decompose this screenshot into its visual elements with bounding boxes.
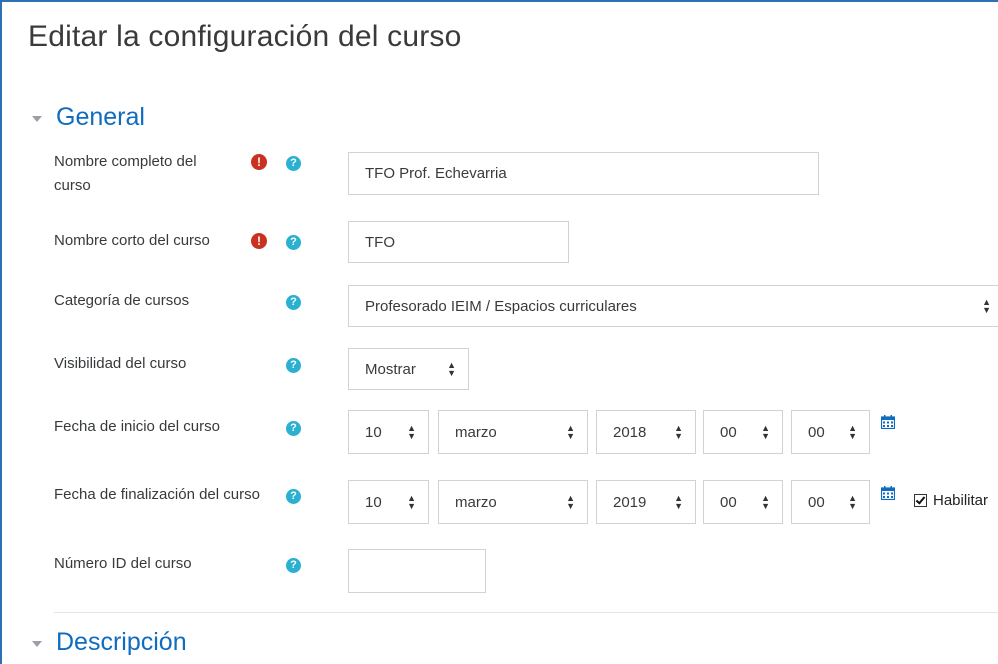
help-icon[interactable]: ? xyxy=(286,358,301,373)
calendar-icon[interactable] xyxy=(881,415,895,429)
caret-down-icon xyxy=(32,116,42,122)
shortname-label: Nombre corto del curso xyxy=(54,232,210,249)
startdate-minute-value: 00 xyxy=(808,423,825,441)
enddate-minute-select[interactable]: 00 ▲ ▼ xyxy=(791,480,870,524)
startdate-minute-select[interactable]: 00 ▲ ▼ xyxy=(791,410,870,454)
required-icon: ! xyxy=(251,154,267,170)
enddate-enable-label: Habilitar xyxy=(933,492,989,509)
select-arrow-icon: ▲ ▼ xyxy=(848,493,857,511)
enddate-label: Fecha de finalización del curso xyxy=(54,486,260,503)
enddate-hour-select[interactable]: 00 ▲ ▼ xyxy=(703,480,783,524)
enddate-year-select[interactable]: 2019 ▲ ▼ xyxy=(596,480,696,524)
section-general-title: General xyxy=(56,103,145,131)
startdate-hour-value: 00 xyxy=(720,423,737,441)
select-arrow-icon: ▲ ▼ xyxy=(982,297,991,315)
startdate-year-value: 2018 xyxy=(613,423,647,441)
fullname-input[interactable]: TFO Prof. Echevarria xyxy=(348,152,819,195)
startdate-month-value: marzo xyxy=(455,423,497,441)
enddate-year-value: 2019 xyxy=(613,493,647,511)
startdate-day-value: 10 xyxy=(365,423,382,441)
select-arrow-icon: ▲ ▼ xyxy=(761,493,770,511)
startdate-label: Fecha de inicio del curso xyxy=(54,418,220,435)
section-general-toggle[interactable]: General xyxy=(32,103,145,132)
enddate-hour-value: 00 xyxy=(720,493,737,511)
select-arrow-icon: ▲ ▼ xyxy=(566,423,575,441)
visibility-select-value: Mostrar xyxy=(365,360,416,378)
enddate-month-select[interactable]: marzo ▲ ▼ xyxy=(438,480,588,524)
shortname-input[interactable]: TFO xyxy=(348,221,569,263)
checkbox-checked-icon[interactable] xyxy=(914,494,927,507)
category-label: Categoría de cursos xyxy=(54,292,190,309)
help-icon[interactable]: ? xyxy=(286,489,301,504)
startdate-year-select[interactable]: 2018 ▲ ▼ xyxy=(596,410,696,454)
enddate-enable-checkbox[interactable]: Habilitar xyxy=(914,492,988,509)
visibility-select[interactable]: Mostrar ▲ ▼ xyxy=(348,348,469,390)
help-icon[interactable]: ? xyxy=(286,421,301,436)
help-icon[interactable]: ? xyxy=(286,295,301,310)
startdate-hour-select[interactable]: 00 ▲ ▼ xyxy=(703,410,783,454)
select-arrow-icon: ▲ ▼ xyxy=(407,423,416,441)
idnumber-input[interactable] xyxy=(348,549,486,593)
idnumber-label: Número ID del curso xyxy=(54,555,192,572)
select-arrow-icon: ▲ ▼ xyxy=(848,423,857,441)
enddate-day-value: 10 xyxy=(365,493,382,511)
category-select-value: Profesorado IEIM / Espacios curriculares xyxy=(365,297,637,315)
required-icon: ! xyxy=(251,233,267,249)
section-descripcion-toggle[interactable]: Descripción xyxy=(32,628,187,657)
enddate-month-value: marzo xyxy=(455,493,497,511)
section-divider xyxy=(54,612,998,613)
caret-down-icon xyxy=(32,641,42,647)
select-arrow-icon: ▲ ▼ xyxy=(761,423,770,441)
select-arrow-icon: ▲ ▼ xyxy=(674,493,683,511)
fullname-label: Nombre completo del curso xyxy=(54,153,197,194)
visibility-label: Visibilidad del curso xyxy=(54,355,187,372)
select-arrow-icon: ▲ ▼ xyxy=(407,493,416,511)
help-icon[interactable]: ? xyxy=(286,558,301,573)
section-descripcion-title: Descripción xyxy=(56,628,187,656)
startdate-day-select[interactable]: 10 ▲ ▼ xyxy=(348,410,429,454)
select-arrow-icon: ▲ ▼ xyxy=(566,493,575,511)
select-arrow-icon: ▲ ▼ xyxy=(674,423,683,441)
enddate-day-select[interactable]: 10 ▲ ▼ xyxy=(348,480,429,524)
page-title: Editar la configuración del curso xyxy=(28,20,462,53)
help-icon[interactable]: ? xyxy=(286,235,301,250)
calendar-icon[interactable] xyxy=(881,486,895,500)
select-arrow-icon: ▲ ▼ xyxy=(447,360,456,378)
course-settings-page: Editar la configuración del curso Genera… xyxy=(0,0,998,664)
category-select[interactable]: Profesorado IEIM / Espacios curriculares… xyxy=(348,285,998,327)
help-icon[interactable]: ? xyxy=(286,156,301,171)
startdate-month-select[interactable]: marzo ▲ ▼ xyxy=(438,410,588,454)
enddate-minute-value: 00 xyxy=(808,493,825,511)
